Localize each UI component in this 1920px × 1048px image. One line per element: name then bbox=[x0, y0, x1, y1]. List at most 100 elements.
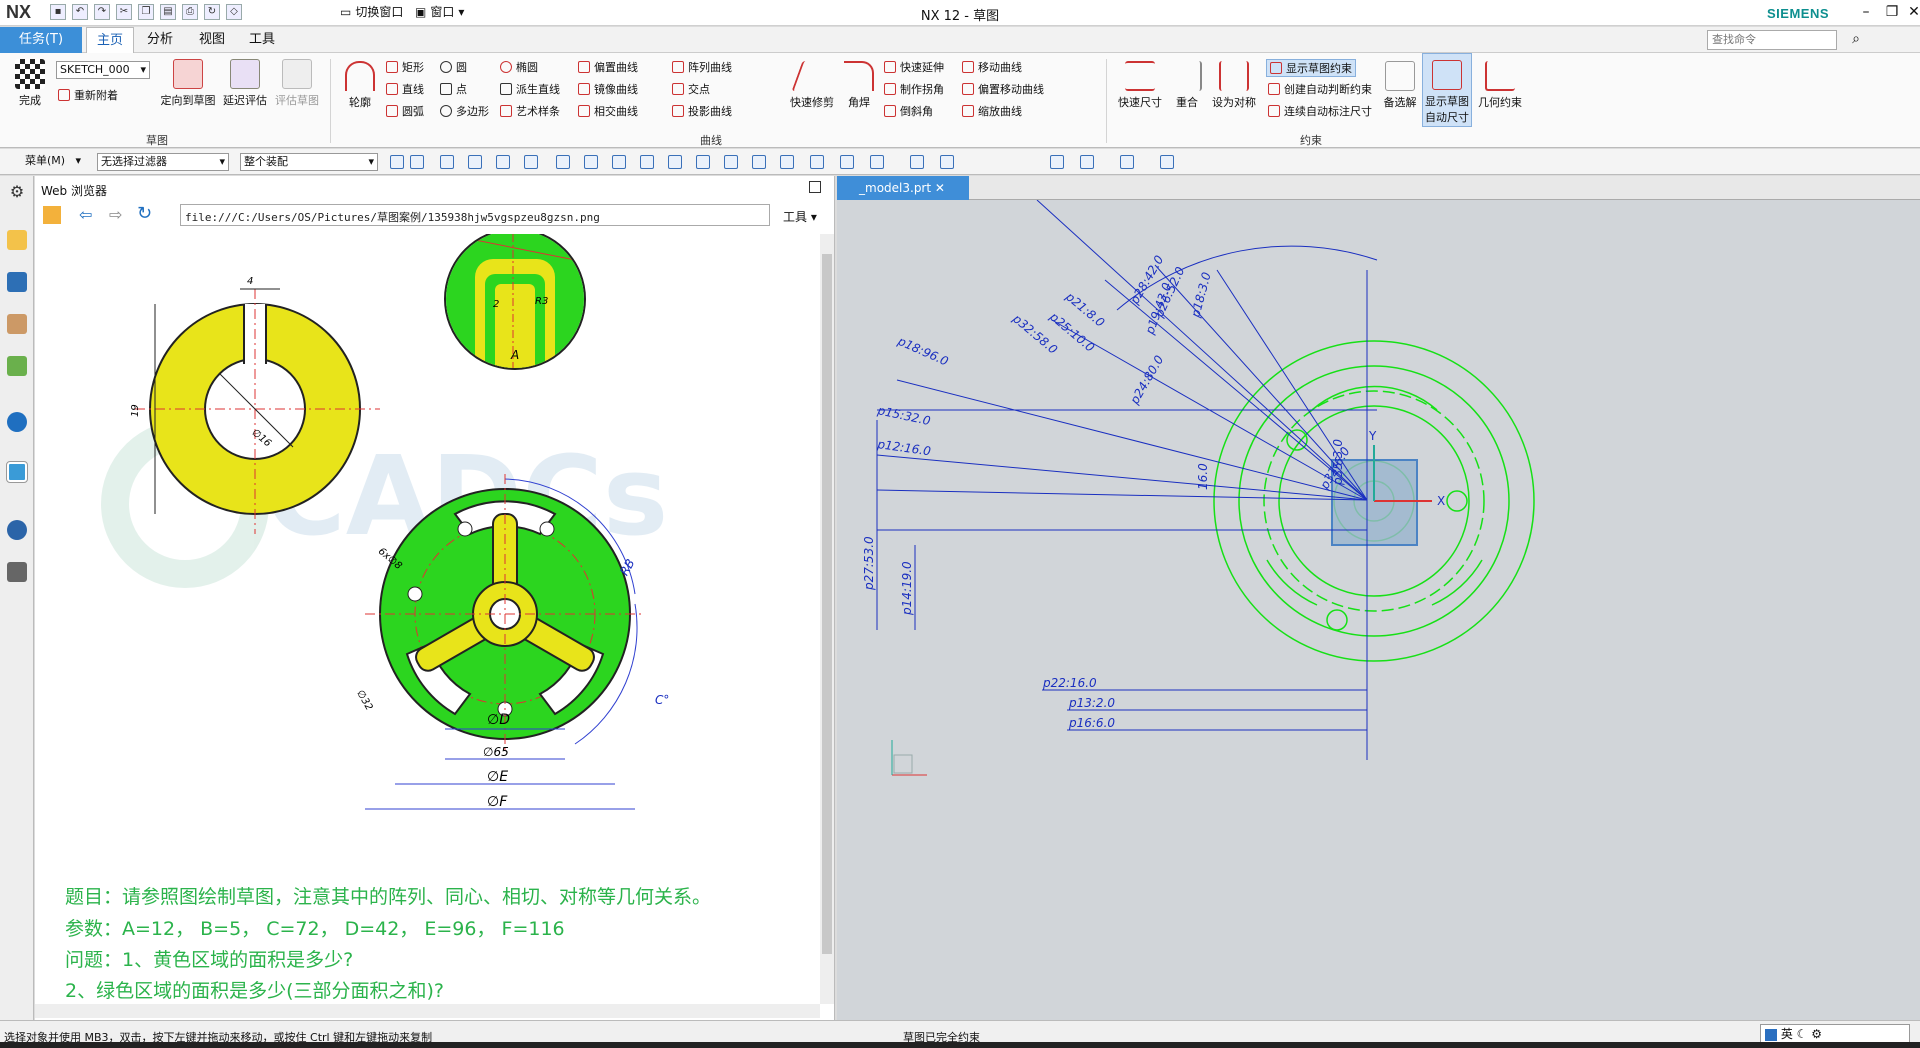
ellipse-button[interactable]: 椭圆 bbox=[500, 59, 538, 75]
circle-button[interactable]: 圆 bbox=[440, 59, 467, 75]
back-icon[interactable]: ⇦ bbox=[79, 205, 92, 224]
show-auto-dimensions-toggle[interactable]: 显示草图自动尺寸 bbox=[1422, 53, 1472, 127]
select-icon[interactable] bbox=[410, 155, 424, 169]
quick-dimension-button[interactable]: 快速尺寸 bbox=[1114, 61, 1166, 110]
pattern-curve-button[interactable]: 阵列曲线 bbox=[672, 59, 732, 75]
point-on-face-icon[interactable] bbox=[780, 155, 794, 169]
scrollbar-thumb[interactable] bbox=[822, 254, 832, 954]
existing-point-icon[interactable] bbox=[724, 155, 738, 169]
view-orient-icon[interactable] bbox=[910, 155, 924, 169]
tasks-button[interactable]: 任务(T) bbox=[0, 27, 82, 53]
render-style-icon[interactable] bbox=[1080, 155, 1094, 169]
sketch-name-select[interactable]: SKETCH_000 bbox=[56, 61, 150, 79]
part-navigator-icon[interactable] bbox=[7, 230, 27, 250]
ime-indicator[interactable]: 英 ☾ ⚙ bbox=[1760, 1024, 1910, 1044]
close-tab-icon[interactable]: ✕ bbox=[935, 181, 945, 195]
delay-eval-button[interactable]: 延迟评估 bbox=[220, 59, 270, 108]
graphics-window[interactable]: _model3.prt ✕ p18:96.0 p15:32.0 p12:16.0… bbox=[837, 176, 1920, 1020]
line-button[interactable]: 直线 bbox=[386, 81, 424, 97]
evaluate-sketch-button[interactable]: 评估草图 bbox=[272, 59, 322, 108]
tab-view[interactable]: 视图 bbox=[190, 27, 234, 53]
mirror-curve-button[interactable]: 镜像曲线 bbox=[578, 81, 638, 97]
finish-button[interactable]: 完成 bbox=[8, 59, 52, 108]
end-point-icon[interactable] bbox=[556, 155, 570, 169]
project-curve-button[interactable]: 投影曲线 bbox=[672, 103, 732, 119]
studio-spline-button[interactable]: 艺术样条 bbox=[500, 103, 560, 119]
tab-analysis[interactable]: 分析 bbox=[138, 27, 182, 53]
face-icon[interactable] bbox=[524, 155, 538, 169]
type-filter-select[interactable]: 无选择过滤器 bbox=[97, 153, 229, 171]
menu-button[interactable]: 菜单(M) bbox=[22, 153, 84, 171]
body-icon[interactable] bbox=[496, 155, 510, 169]
horizontal-scrollbar[interactable] bbox=[35, 1004, 820, 1018]
geometric-constraints-button[interactable]: 几何约束 bbox=[1474, 61, 1526, 110]
derived-line-button[interactable]: 派生直线 bbox=[500, 81, 560, 97]
gear-icon[interactable]: ⚙ bbox=[7, 182, 27, 202]
arc-center-icon[interactable] bbox=[668, 155, 682, 169]
refresh-icon[interactable]: ↻ bbox=[137, 203, 152, 224]
chamfer-button[interactable]: 倒斜角 bbox=[884, 103, 933, 119]
scale-curve-button[interactable]: 缩放曲线 bbox=[962, 103, 1022, 119]
create-inferred-constraints-button[interactable]: 创建自动判断约束 bbox=[1268, 81, 1372, 97]
color-icon[interactable] bbox=[1160, 155, 1174, 169]
polygon-button[interactable]: 多边形 bbox=[440, 103, 489, 119]
point-on-curve-icon[interactable] bbox=[752, 155, 766, 169]
address-bar[interactable]: file:///C:/Users/OS/Pictures/草图案例/135938… bbox=[180, 204, 770, 226]
quick-trim-button[interactable]: 快速修剪 bbox=[786, 61, 838, 110]
rotate-icon[interactable] bbox=[840, 155, 854, 169]
intersection-curve-button[interactable]: 相交曲线 bbox=[578, 103, 638, 119]
point-button[interactable]: 点 bbox=[440, 81, 467, 97]
show-sketch-constraints-toggle[interactable]: 显示草图约束 bbox=[1266, 59, 1356, 77]
control-point-icon[interactable] bbox=[612, 155, 626, 169]
command-search-input[interactable]: 查找命令 bbox=[1707, 30, 1837, 50]
forward-icon[interactable]: ⇨ bbox=[109, 205, 122, 224]
reattach-button[interactable]: 重新附着 bbox=[58, 87, 118, 103]
maximize-panel-icon[interactable] bbox=[809, 181, 821, 193]
search-icon[interactable]: ⌕ bbox=[1842, 29, 1870, 49]
intersection-point-button[interactable]: 交点 bbox=[672, 81, 710, 97]
reuse-library-icon[interactable] bbox=[7, 356, 27, 376]
arc-button[interactable]: 圆弧 bbox=[386, 103, 424, 119]
tab-tools[interactable]: 工具 bbox=[240, 27, 284, 53]
coincident-button[interactable]: 重合 bbox=[1170, 61, 1204, 110]
continuous-auto-dimension-button[interactable]: 连续自动标注尺寸 bbox=[1268, 103, 1372, 119]
view-fit-icon[interactable] bbox=[810, 155, 824, 169]
make-symmetric-button[interactable]: 设为对称 bbox=[1208, 61, 1260, 110]
vertical-scrollbar[interactable] bbox=[820, 234, 834, 1004]
assembly-navigator-icon[interactable] bbox=[7, 272, 27, 292]
constraint-navigator-icon[interactable] bbox=[7, 314, 27, 334]
lasso-icon[interactable] bbox=[468, 155, 482, 169]
close-button[interactable]: ✕ bbox=[1900, 2, 1920, 22]
rectangle-button[interactable]: 矩形 bbox=[386, 59, 424, 75]
layer-icon[interactable] bbox=[1050, 155, 1064, 169]
alternate-solution-button[interactable]: 备选解 bbox=[1380, 61, 1420, 110]
mid-point-icon[interactable] bbox=[584, 155, 598, 169]
display-icon[interactable] bbox=[1120, 155, 1134, 169]
tab-model3[interactable]: _model3.prt ✕ bbox=[837, 176, 969, 200]
info-icon[interactable] bbox=[7, 412, 27, 432]
quick-extend-button[interactable]: 快速延伸 bbox=[884, 59, 944, 75]
make-corner-button[interactable]: 制作拐角 bbox=[884, 81, 944, 97]
assembly-scope-select[interactable]: 整个装配 bbox=[240, 153, 378, 171]
pan-icon[interactable] bbox=[870, 155, 884, 169]
web-browser-panel: Web 浏览器 ⇦ ⇨ ↻ file:///C:/Users/OS/Pictur… bbox=[35, 176, 835, 1020]
roles-icon[interactable] bbox=[7, 562, 27, 582]
web-browser-icon[interactable] bbox=[6, 461, 28, 483]
tools-menu[interactable]: 工具 ▾ bbox=[783, 208, 817, 225]
refresh-view-icon[interactable] bbox=[940, 155, 954, 169]
tab-home[interactable]: 主页 bbox=[86, 27, 134, 53]
sketch-canvas[interactable]: p18:96.0 p15:32.0 p12:16.0 p32:58.0 p25:… bbox=[837, 200, 1920, 1020]
fillet-button[interactable]: 角焊 bbox=[842, 61, 876, 110]
orient-to-sketch-button[interactable]: 定向到草图 bbox=[158, 59, 218, 108]
home-icon[interactable] bbox=[43, 206, 61, 224]
quadrant-point-icon[interactable] bbox=[696, 155, 710, 169]
snap-point-icon[interactable] bbox=[390, 155, 404, 169]
offset-curve-button[interactable]: 偏置曲线 bbox=[578, 59, 638, 75]
intersection-point-icon[interactable] bbox=[640, 155, 654, 169]
minimize-button[interactable]: – bbox=[1852, 2, 1880, 22]
box-select-icon[interactable] bbox=[440, 155, 454, 169]
move-curve-button[interactable]: 移动曲线 bbox=[962, 59, 1022, 75]
history-icon[interactable] bbox=[7, 520, 27, 540]
offset-move-curve-button[interactable]: 偏置移动曲线 bbox=[962, 81, 1044, 97]
profile-button[interactable]: 轮廓 bbox=[342, 61, 378, 110]
